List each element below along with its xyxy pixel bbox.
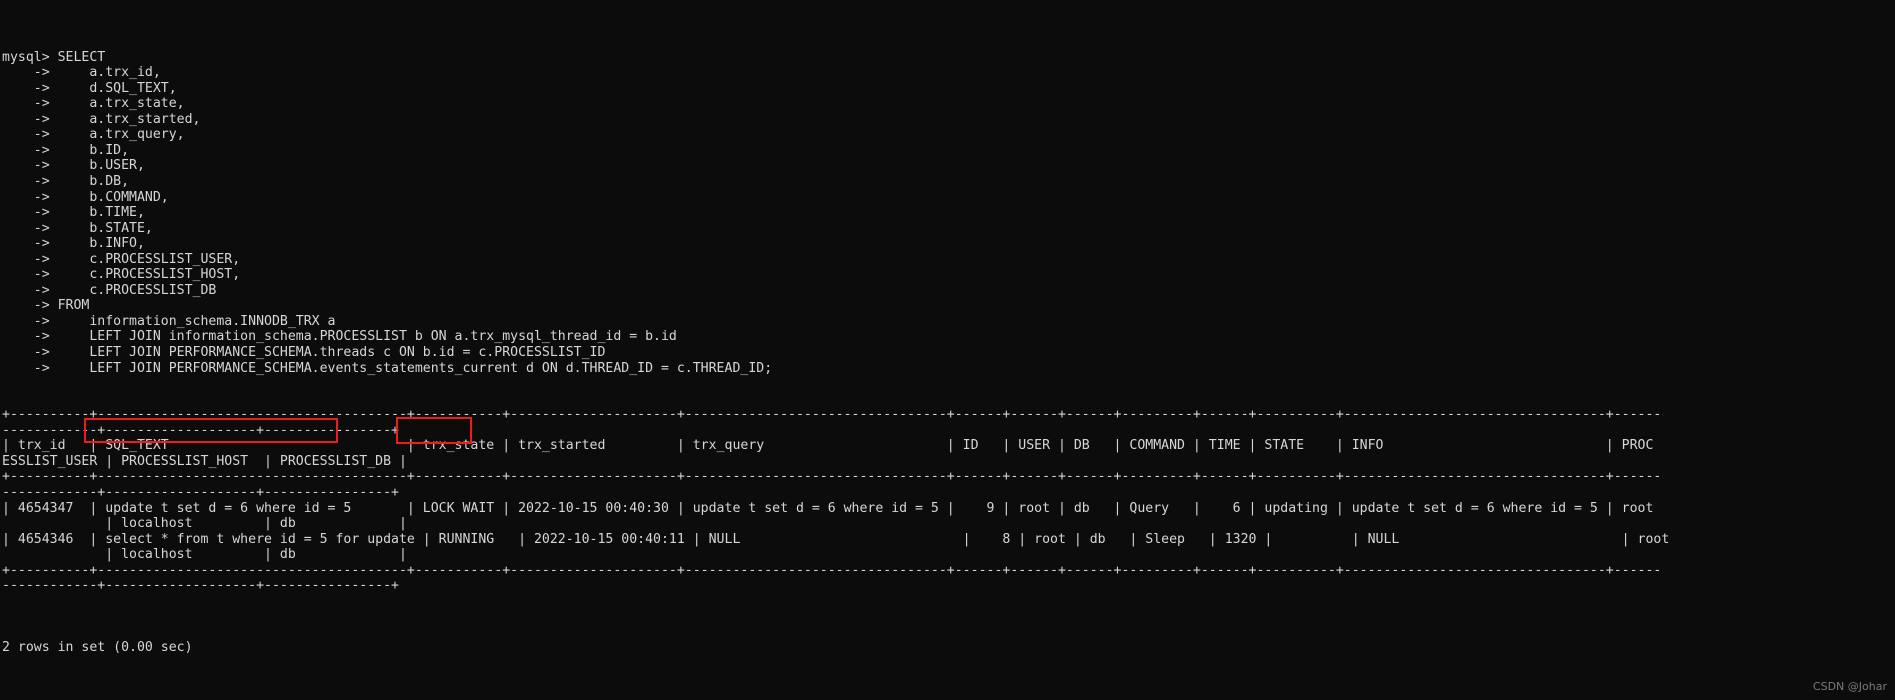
query-result-table: +----------+----------------------------…: [2, 407, 1895, 594]
query-line-11: -> b.STATE,: [2, 220, 153, 236]
result-line-0: +----------+----------------------------…: [2, 407, 1662, 423]
query-line-9: -> b.COMMAND,: [2, 189, 169, 205]
query-line-2: -> d.SQL_TEXT,: [2, 80, 177, 96]
query-line-0: mysql> SELECT: [2, 49, 106, 65]
query-line-20: -> LEFT JOIN PERFORMANCE_SCHEMA.events_s…: [2, 360, 773, 376]
watermark: CSDN @Johar: [1812, 680, 1887, 694]
result-line-7: | localhost | db |: [2, 516, 407, 532]
query-line-4: -> a.trx_started,: [2, 111, 201, 127]
query-line-8: -> b.DB,: [2, 174, 130, 190]
query-line-18: -> LEFT JOIN information_schema.PROCESSL…: [2, 329, 677, 345]
blank-line-after-status: [2, 687, 1895, 700]
query-line-16: -> FROM: [2, 298, 90, 314]
status-line: 2 rows in set (0.00 sec): [2, 640, 193, 656]
query-line-10: -> b.TIME,: [2, 205, 145, 221]
result-line-11: ------------+-------------------+-------…: [2, 578, 399, 594]
query-line-13: -> c.PROCESSLIST_USER,: [2, 251, 241, 267]
result-line-8: | 4654346 | select * from t where id = 5…: [2, 531, 1670, 547]
query-line-14: -> c.PROCESSLIST_HOST,: [2, 267, 241, 283]
result-line-3: ESSLIST_USER | PROCESSLIST_HOST | PROCES…: [2, 453, 407, 469]
mysql-terminal[interactable]: mysql> SELECT -> a.trx_id, -> d.SQL_TEXT…: [0, 0, 1895, 700]
query-line-17: -> information_schema.INNODB_TRX a: [2, 313, 336, 329]
query-line-6: -> b.ID,: [2, 142, 130, 158]
sql-query-block: mysql> SELECT -> a.trx_id, -> d.SQL_TEXT…: [2, 50, 1895, 376]
query-line-19: -> LEFT JOIN PERFORMANCE_SCHEMA.threads …: [2, 345, 606, 361]
query-line-15: -> c.PROCESSLIST_DB: [2, 282, 217, 298]
query-line-7: -> b.USER,: [2, 158, 145, 174]
result-line-10: +----------+----------------------------…: [2, 562, 1662, 578]
result-line-5: ------------+-------------------+-------…: [2, 484, 399, 500]
query-line-3: -> a.trx_state,: [2, 96, 185, 112]
result-line-4: +----------+----------------------------…: [2, 469, 1662, 485]
result-line-1: ------------+-------------------+-------…: [2, 422, 399, 438]
query-line-5: -> a.trx_query,: [2, 127, 185, 143]
result-line-6: | 4654347 | update t set d = 6 where id …: [2, 500, 1654, 516]
query-line-12: -> b.INFO,: [2, 236, 145, 252]
result-line-2: | trx_id | SQL_TEXT | trx_state | trx_st…: [2, 438, 1654, 454]
result-line-9: | localhost | db |: [2, 547, 407, 563]
query-line-1: -> a.trx_id,: [2, 65, 161, 81]
